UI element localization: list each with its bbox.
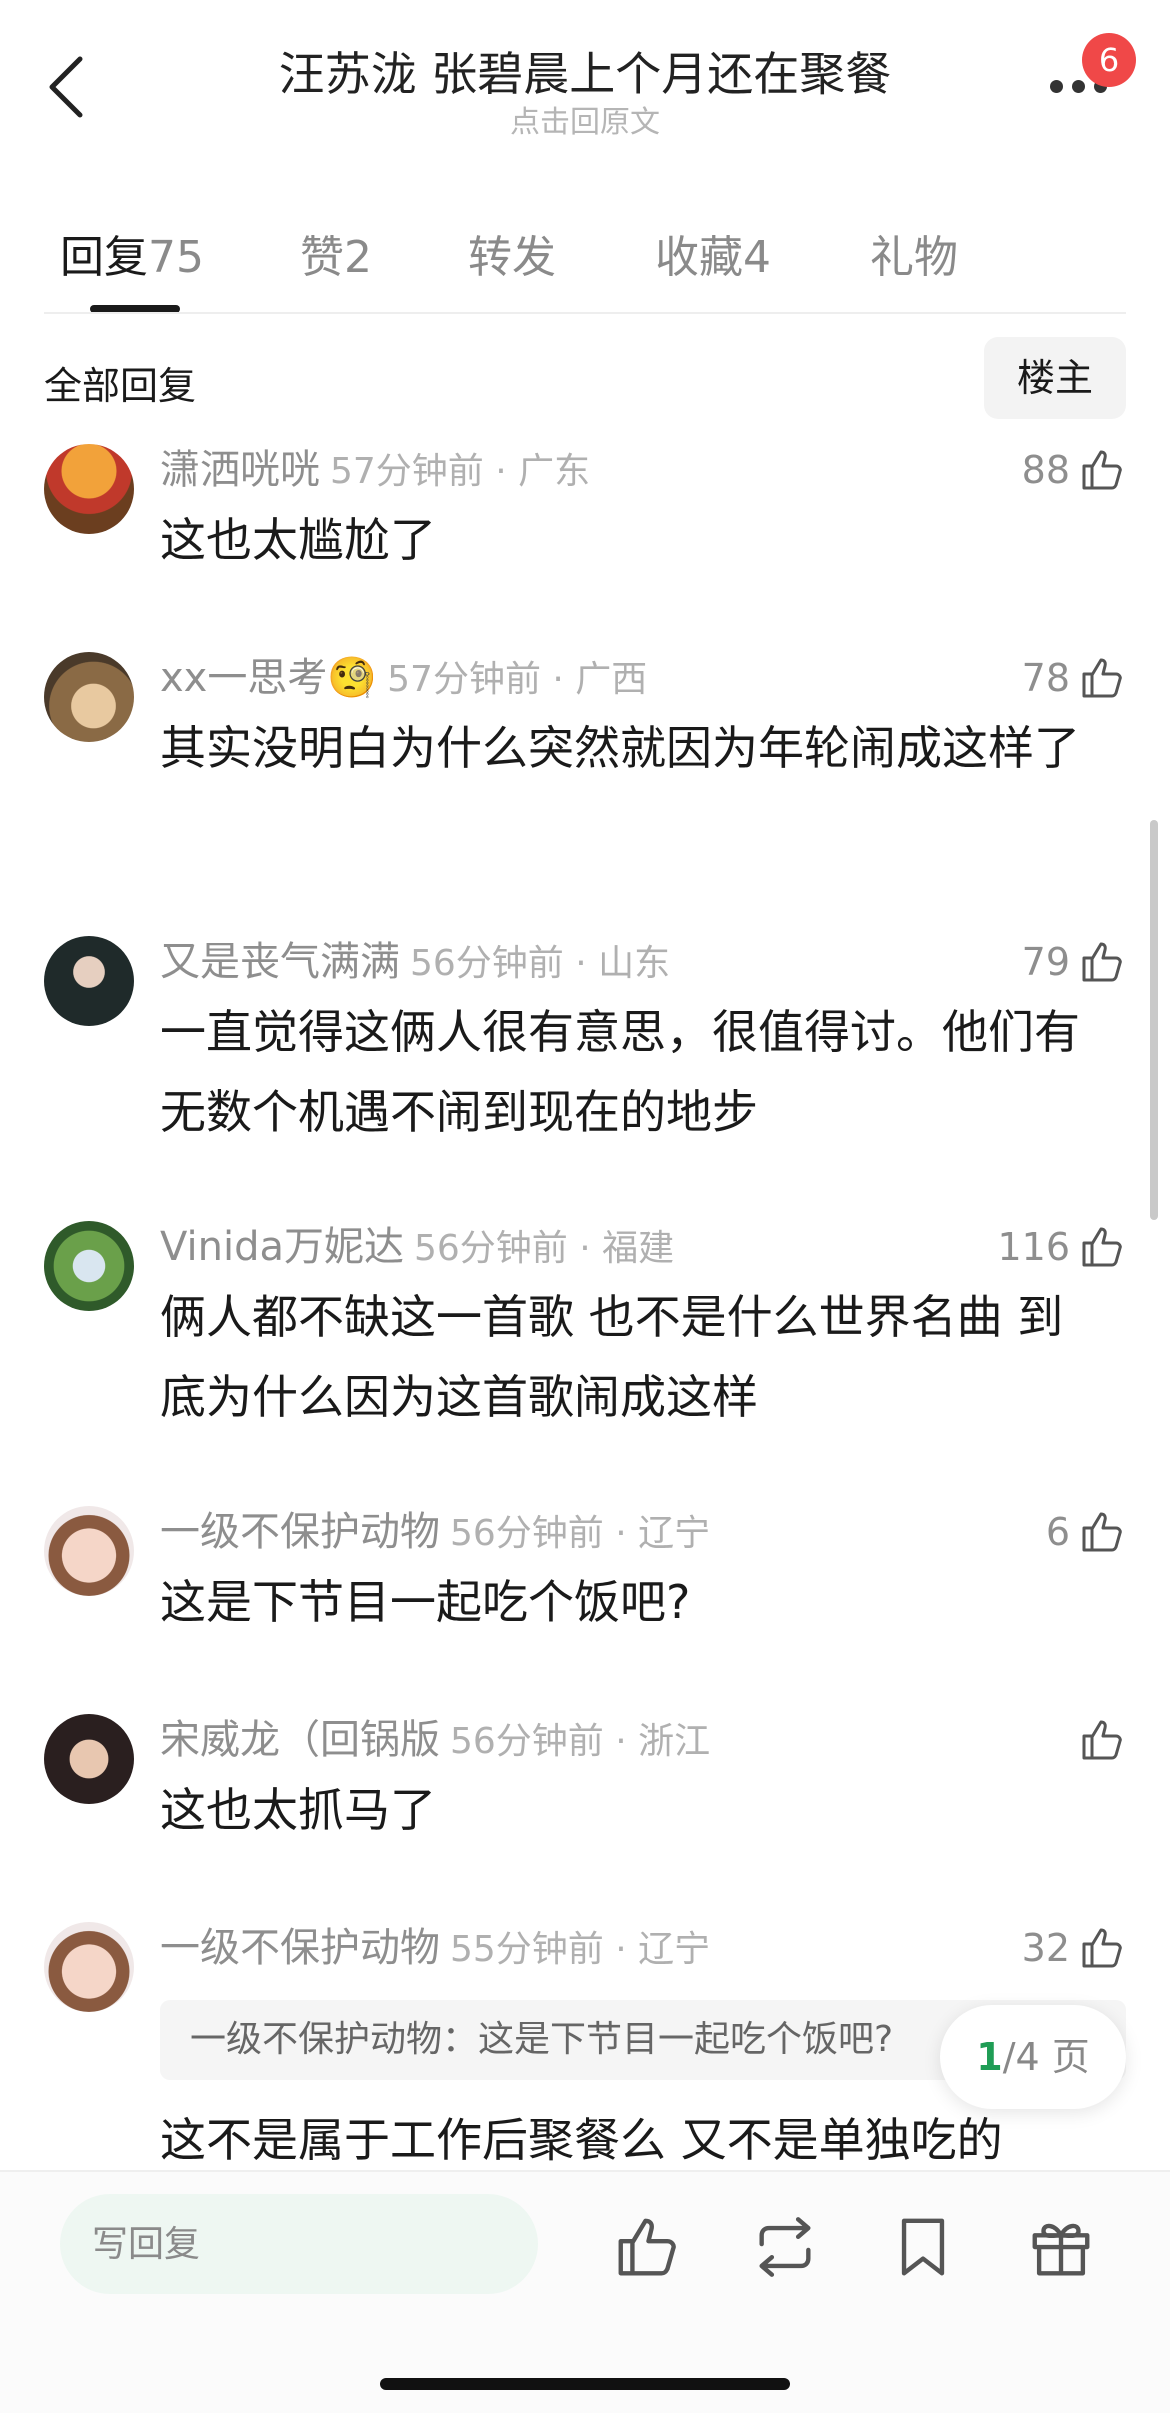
comment-meta: 一级不保护动物 56分钟前 · 辽宁	[160, 1502, 710, 1562]
like-button[interactable]: 116	[997, 1217, 1126, 1277]
username[interactable]: Vinida万妮达	[160, 1224, 404, 1270]
repost-icon[interactable]	[750, 2212, 820, 2282]
comment-text[interactable]: 一直觉得这俩人很有意思，很值得讨。他们有无数个机遇不闹到现在的地步	[160, 992, 1100, 1152]
comment-meta: 宋威龙（回锅版 56分钟前 · 浙江	[160, 1710, 710, 1770]
like-count: 79	[1021, 940, 1070, 984]
thumbs-up-icon	[1082, 1512, 1122, 1552]
like-count: 116	[997, 1225, 1070, 1269]
bottom-action-bar	[0, 2170, 1170, 2413]
like-button[interactable]	[1070, 1710, 1126, 1770]
tab-favorites[interactable]: 收藏4	[655, 221, 771, 285]
timestamp-location: 57分钟前 · 广西	[387, 659, 648, 700]
timestamp-location: 55分钟前 · 辽宁	[450, 1929, 711, 1970]
thumbs-up-icon	[1082, 942, 1122, 982]
divider	[44, 312, 1126, 314]
avatar[interactable]	[44, 1221, 134, 1311]
comment-meta: Vinida万妮达 56分钟前 · 福建	[160, 1217, 674, 1277]
thumbs-up-icon	[1082, 658, 1122, 698]
comment-text[interactable]: 这也太抓马了	[160, 1770, 1100, 1850]
post-title[interactable]: 汪苏泷 张碧晨上个月还在聚餐	[0, 38, 1170, 104]
like-button[interactable]: 88	[1022, 440, 1126, 500]
tab-label: 转发	[468, 232, 556, 283]
username[interactable]: 潇洒咣咣	[160, 447, 320, 493]
thumbs-up-icon	[1082, 1227, 1122, 1267]
timestamp-location: 56分钟前 · 山东	[410, 943, 671, 984]
page-indicator[interactable]: 1/4 页	[940, 2005, 1126, 2109]
op-only-button[interactable]: 楼主	[984, 337, 1126, 419]
timestamp-location: 57分钟前 · 广东	[330, 451, 591, 492]
avatar[interactable]	[44, 1714, 134, 1804]
thumbs-up-icon	[1082, 1720, 1122, 1760]
tab-label: 礼物	[870, 232, 958, 283]
avatar[interactable]	[44, 1922, 134, 2012]
like-button[interactable]: 78	[1022, 648, 1126, 708]
like-count: 6	[1045, 1510, 1070, 1554]
top-bar: 汪苏泷 张碧晨上个月还在聚餐 点击回原文 6	[0, 0, 1170, 150]
username[interactable]: 宋威龙（回锅版	[160, 1717, 440, 1763]
bookmark-icon[interactable]	[888, 2212, 958, 2282]
avatar[interactable]	[44, 1506, 134, 1596]
like-count: 32	[1021, 1926, 1070, 1970]
comment-text[interactable]: 其实没明白为什么突然就因为年轮闹成这样了	[160, 708, 1100, 788]
comment-text[interactable]: 这是下节目一起吃个饭吧?	[160, 1562, 1100, 1642]
back-to-original-link[interactable]: 点击回原文	[0, 97, 1170, 141]
timestamp-location: 56分钟前 · 浙江	[450, 1721, 711, 1762]
avatar[interactable]	[44, 936, 134, 1026]
like-count: 88	[1021, 448, 1070, 492]
scrollbar[interactable]	[1150, 820, 1158, 1220]
gift-icon[interactable]	[1026, 2212, 1096, 2282]
avatar[interactable]	[44, 652, 134, 742]
tab-reposts[interactable]: 转发	[468, 221, 556, 285]
avatar[interactable]	[44, 444, 134, 534]
quoted-text: 一级不保护动物：这是下节目一起吃个饭吧?	[190, 2019, 894, 2060]
tab-gifts[interactable]: 礼物	[870, 221, 958, 285]
like-button[interactable]: 79	[1022, 932, 1126, 992]
tab-label: 回复	[60, 232, 148, 283]
comment-text[interactable]: 俩人都不缺这一首歌 也不是什么世界名曲 到底为什么因为这首歌闹成这样	[160, 1277, 1100, 1437]
like-count: 78	[1021, 656, 1070, 700]
tab-label: 赞	[300, 232, 344, 283]
section-title: 全部回复	[44, 364, 197, 408]
thumbs-up-icon[interactable]	[612, 2212, 682, 2282]
username[interactable]: 又是丧气满满	[160, 939, 400, 985]
thumbs-up-icon	[1082, 450, 1122, 490]
home-indicator[interactable]	[380, 2378, 790, 2390]
reply-input[interactable]	[60, 2194, 538, 2294]
tab-count: 2	[344, 232, 372, 283]
thumbs-up-icon	[1082, 1928, 1122, 1968]
current-page: 1	[976, 2035, 1003, 2079]
tab-likes[interactable]: 赞2	[300, 221, 372, 285]
username[interactable]: 一级不保护动物	[160, 1509, 440, 1555]
like-button[interactable]: 32	[1022, 1918, 1126, 1978]
timestamp-location: 56分钟前 · 辽宁	[450, 1513, 711, 1554]
username[interactable]: 一级不保护动物	[160, 1925, 440, 1971]
comment-meta: 又是丧气满满 56分钟前 · 山东	[160, 932, 670, 992]
tab-replies[interactable]: 回复75	[60, 221, 204, 285]
comment-meta: xx一思考🧐 57分钟前 · 广西	[160, 648, 647, 708]
comment-meta: 潇洒咣咣 57分钟前 · 广东	[160, 440, 590, 500]
like-button[interactable]: 6	[1046, 1502, 1126, 1562]
comment-meta: 一级不保护动物 55分钟前 · 辽宁	[160, 1918, 710, 1978]
total-pages: /4 页	[1002, 2035, 1090, 2079]
reply-tabs: 回复75 赞2 转发 收藏4 礼物	[0, 205, 1170, 315]
tab-count: 75	[148, 232, 204, 283]
tab-count: 4	[743, 232, 771, 283]
comment-text[interactable]: 这不是属于工作后聚餐么 又不是单独吃的	[160, 2100, 1100, 2180]
notification-badge: 6	[1082, 33, 1136, 87]
username[interactable]: xx一思考🧐	[160, 655, 377, 701]
timestamp-location: 56分钟前 · 福建	[413, 1228, 675, 1269]
comment-text[interactable]: 这也太尴尬了	[160, 500, 1100, 580]
tab-label: 收藏	[655, 232, 743, 283]
